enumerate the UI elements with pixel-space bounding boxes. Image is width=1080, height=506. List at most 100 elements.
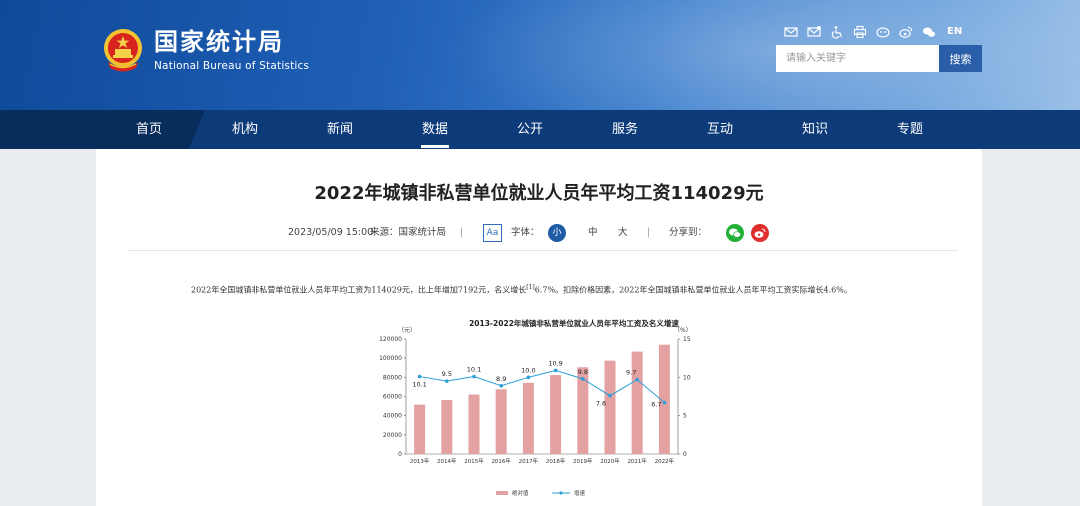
header-tools: EN [784,25,971,39]
chart-bar [414,404,426,454]
wage-chart: 2013-2022年城镇非私营单位就业人员年平均工资及名义增速 （元） （%） … [356,314,736,506]
legend-line-label: 增速 [574,489,586,497]
nav-item-open[interactable]: 公开 [500,110,560,149]
growth-line-point [499,383,503,388]
national-emblem-icon [100,26,146,74]
growth-line-point [662,400,667,405]
chart-bar [522,382,534,454]
left-axis-tick-label: 40000 [383,413,402,420]
font-size-medium-button[interactable]: 中 [588,224,598,242]
chart-title: 2013-2022年城镇非私营单位就业人员年平均工资及名义增速 [469,318,679,328]
nav-item-home[interactable]: 首页 [119,110,179,149]
font-size-large-button[interactable]: 大 [618,224,628,242]
publish-date: 2023/05/09 15:00 [288,227,374,238]
left-axis-unit: （元） [398,327,416,334]
paragraph-text-b: 6.7%。扣除价格因素，2022年全国城镇非私营单位就业人员年平均工资实际增长4… [534,285,852,295]
accessibility-icon[interactable] [830,25,844,39]
search-input[interactable] [776,45,939,72]
logo-text: 国家统计局 National Bureau of Statistics [154,27,309,73]
growth-data-label: 9.8 [578,368,588,376]
meta-divider [128,250,958,251]
share-weibo-icon[interactable] [751,224,769,242]
x-axis-tick-label: 2022年 [655,457,675,465]
chart-legend: 绝对值 增速 [496,489,586,497]
chat-icon[interactable] [922,25,936,39]
growth-line-point [526,375,531,380]
print-icon[interactable] [853,25,867,39]
right-axis-tick-label: 0 [683,451,687,458]
nav-item-service[interactable]: 服务 [595,110,655,149]
growth-line-point [445,379,449,383]
font-size-icon: Aa [483,224,502,242]
chart-bars [414,344,670,454]
growth-data-label: 9.7 [626,369,636,377]
chart-bar [468,394,480,454]
chart-bar [495,389,507,454]
weixin-icon[interactable] [876,25,890,39]
meta-separator: | [647,227,651,238]
x-axis-tick-label: 2018年 [546,457,566,465]
growth-data-label: 9.5 [442,370,452,378]
share-label: 分享到： [669,227,708,238]
font-size-small-button[interactable]: 小 [548,224,566,242]
growth-line-point [472,374,476,379]
nav-item-topics[interactable]: 专题 [880,110,940,149]
site-header: 国家统计局 National Bureau of Statistics EN 搜… [0,0,1080,110]
chart-axes: 0 20000 40000 60000 80000 100000 120000 0 5 10 15 2… [379,336,691,465]
left-axis-tick-label: 100000 [379,355,402,362]
font-size-label: 字体： [511,227,540,238]
growth-data-label: 8.9 [496,375,506,383]
article-paragraph: 2022年全国城镇非私营单位就业人员年平均工资为114029元，比上年增加719… [191,284,951,296]
x-axis-tick-label: 2020年 [600,457,620,465]
right-axis-tick-label: 10 [683,374,691,381]
nav-item-interaction[interactable]: 互动 [690,110,750,149]
feedback-icon[interactable] [807,25,821,39]
chart-bar [631,351,643,454]
nav-item-institution[interactable]: 机构 [215,110,275,149]
growth-data-label: 10.1 [412,381,426,389]
left-axis-tick-label: 120000 [379,336,402,343]
mail-icon[interactable] [784,25,798,39]
x-axis-tick-label: 2015年 [464,457,484,465]
search-bar: 搜索 [776,45,982,72]
article-title: 2022年城镇非私营单位就业人员年平均工资114029元 [314,183,764,204]
left-axis-tick-label: 0 [398,451,402,458]
site-logo[interactable]: 国家统计局 National Bureau of Statistics [100,26,309,74]
x-axis-tick-label: 2017年 [519,457,539,465]
english-version-link[interactable]: EN [947,25,962,39]
search-button[interactable]: 搜索 [939,45,982,72]
main-nav: 首页 机构 新闻 数据 公开 服务 互动 知识 专题 [0,110,1080,149]
chart-bar [441,399,453,454]
growth-data-label: 10.9 [548,359,562,367]
meta-separator: | [460,227,464,238]
growth-data-label: 10.1 [467,366,481,374]
growth-data-label: 6.7 [651,401,661,409]
footnote-marker[interactable]: [1] [526,284,535,291]
growth-line-point [635,377,639,382]
left-axis-tick-label: 80000 [383,374,402,381]
weibo-icon[interactable] [899,25,913,39]
right-axis-tick-label: 5 [683,413,687,420]
x-axis-tick-label: 2013年 [410,457,430,465]
legend-bar-swatch [496,491,508,495]
share-wechat-icon[interactable] [726,224,744,242]
article-content: 2022年城镇非私营单位就业人员年平均工资114029元 2023/05/09 … [96,149,982,506]
x-axis-tick-label: 2019年 [573,457,593,465]
article-meta: 2023/05/09 15:00 来源：国家统计局 | Aa 字体： 小 中 大… [96,224,982,244]
legend-line-marker [559,491,563,495]
nav-item-knowledge[interactable]: 知识 [785,110,845,149]
chart-bar [550,375,562,454]
right-axis-tick-label: 15 [683,336,691,343]
logo-chinese-name: 国家统计局 [154,28,284,56]
x-axis-tick-label: 2021年 [627,457,647,465]
logo-english-name: National Bureau of Statistics [154,60,310,72]
nav-item-news[interactable]: 新闻 [310,110,370,149]
left-axis-tick-label: 60000 [383,394,402,401]
nav-item-data[interactable]: 数据 [405,110,465,149]
wage-chart-svg: 2013-2022年城镇非私营单位就业人员年平均工资及名义增速 （元） （%） … [379,318,692,497]
growth-line-point [417,374,422,379]
left-axis-tick-label: 20000 [383,432,402,439]
growth-data-label: 10.0 [521,366,535,374]
x-axis-tick-label: 2014年 [437,457,457,465]
legend-bar-label: 绝对值 [512,489,529,497]
